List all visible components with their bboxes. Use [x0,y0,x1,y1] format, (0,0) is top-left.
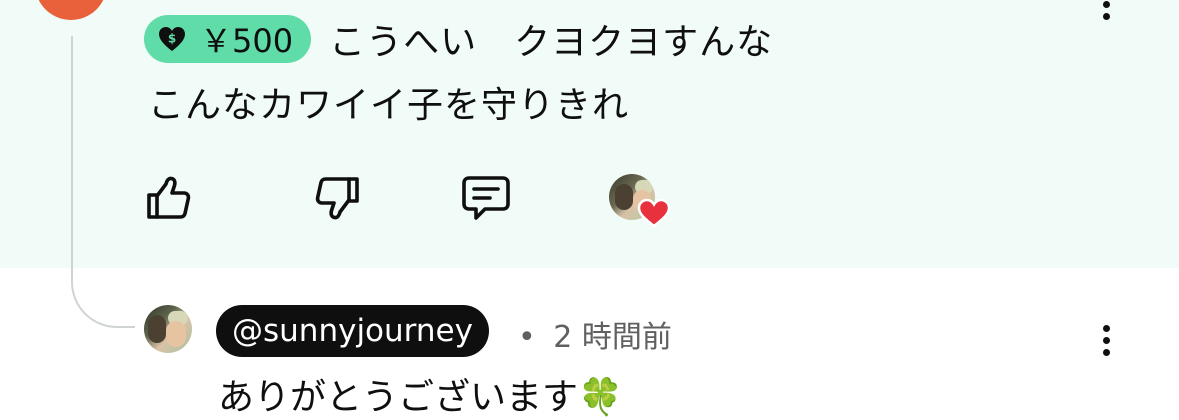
meta-separator: • [518,320,536,355]
reply-more-button[interactable] [1095,318,1117,362]
super-chat-badge: $ ￥500 [144,15,312,63]
reply-author-avatar[interactable] [144,305,192,353]
like-button[interactable] [142,172,194,224]
reply-meta: • 2 時間前 [518,312,672,356]
more-dot [1102,348,1110,356]
comment-text-line1: こうへい クヨクヨすんな [329,22,774,63]
heart-icon [637,198,671,228]
more-dot [1102,0,1110,8]
reply-author-handle[interactable]: @sunnyjourney [216,305,489,357]
reply-thread-line [71,36,135,328]
comment-first-line: $ ￥500 こうへい クヨクヨすんな [144,14,773,64]
more-dot [1102,336,1110,344]
reply-timestamp: 2 時間前 [553,320,672,355]
more-dot [1102,324,1110,332]
super-chat-amount: ￥500 [200,22,294,60]
more-dot [1102,12,1110,20]
comment-more-button[interactable] [1095,0,1117,26]
reply-button[interactable] [460,172,512,224]
thumb-down-icon [315,177,359,220]
svg-text:$: $ [168,32,176,46]
comment-text-line2: こんなカワイイ子を守りきれ [148,85,630,126]
reply-text: ありがとうございます🍀 [218,377,623,418]
thumb-up-icon [147,176,191,219]
dislike-button[interactable] [312,172,364,224]
comment-icon [462,176,510,220]
money-heart-icon: $ [159,27,185,51]
creator-heart-badge [607,172,671,228]
